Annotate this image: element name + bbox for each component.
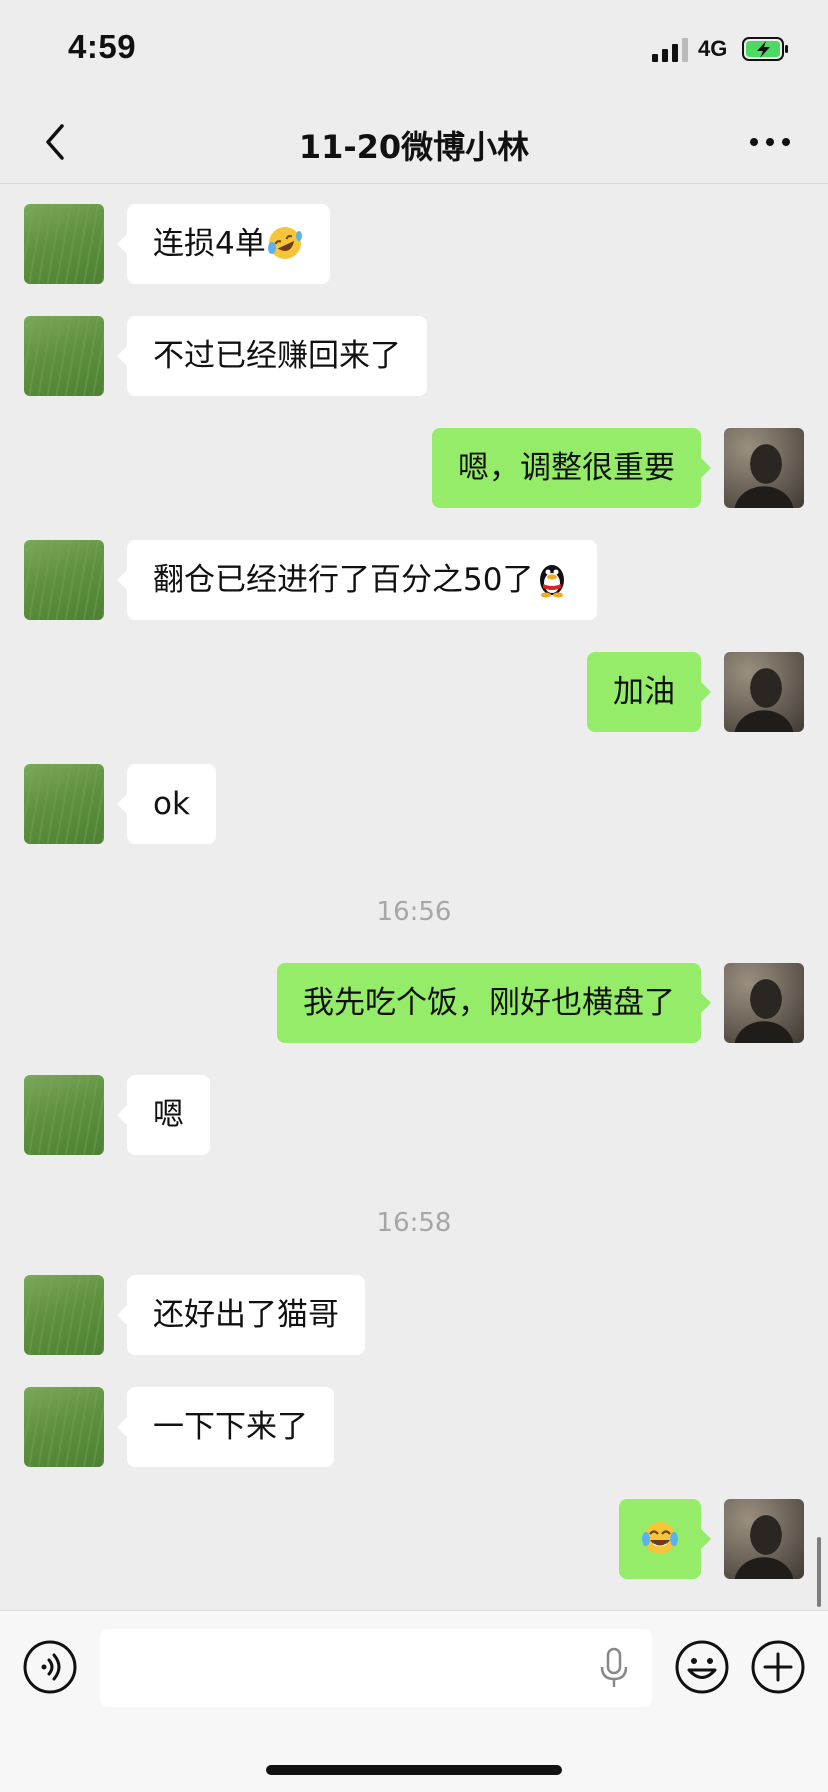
- message-text: 嗯: [153, 1097, 184, 1133]
- message-list[interactable]: 连损4单 不过已经赚回来了 嗯，调整很重要 翻仓已经进行了百分之50了 加油 o…: [0, 185, 828, 1610]
- contact-avatar[interactable]: [24, 1275, 104, 1355]
- message-text: 嗯，调整很重要: [458, 450, 675, 486]
- network-type: 4G: [698, 36, 728, 61]
- message-row: 不过已经赚回来了: [0, 316, 828, 396]
- battery-charging-icon: [742, 37, 788, 61]
- message-row: [0, 1499, 828, 1579]
- timestamp-divider: 16:58: [376, 1208, 452, 1238]
- message-bubble-incoming[interactable]: 一下下来了: [117, 1387, 334, 1467]
- message-row: 我先吃个饭，刚好也横盘了: [0, 963, 828, 1043]
- status-time: 4:59: [68, 28, 137, 65]
- message-bubble-outgoing[interactable]: 加油: [587, 652, 711, 732]
- message-row: 连损4单: [0, 204, 828, 284]
- message-row: 翻仓已经进行了百分之50了: [0, 540, 828, 620]
- message-bubble-incoming[interactable]: 翻仓已经进行了百分之50了: [116, 540, 598, 620]
- tears-of-joy-emoji-icon: [642, 1521, 678, 1554]
- message-row: 一下下来了: [0, 1387, 828, 1467]
- self-avatar[interactable]: [724, 428, 804, 508]
- emoji-picker-button[interactable]: [674, 1639, 730, 1695]
- contact-avatar[interactable]: [24, 1387, 104, 1467]
- message-row: 嗯，调整很重要: [0, 428, 828, 508]
- penguin-emoji-icon: [540, 564, 565, 597]
- message-text: 不过已经赚回来了: [153, 338, 401, 374]
- chat-title: 11-20微博小林: [298, 128, 530, 166]
- message-text: 翻仓已经进行了百分之50了: [153, 562, 534, 598]
- message-text: 加油: [613, 674, 675, 710]
- message-bubble-outgoing[interactable]: 我先吃个饭，刚好也横盘了: [277, 963, 711, 1043]
- scrollbar[interactable]: [817, 1537, 821, 1607]
- more-functions-button[interactable]: [750, 1639, 806, 1695]
- rolling-on-floor-laughing-emoji-icon: [267, 226, 302, 259]
- message-bubble-outgoing[interactable]: 嗯，调整很重要: [432, 428, 711, 508]
- input-bar: [0, 1610, 828, 1792]
- message-bubble-incoming[interactable]: 还好出了猫哥: [117, 1275, 365, 1355]
- self-avatar[interactable]: [724, 963, 804, 1043]
- message-row: 加油: [0, 652, 828, 732]
- contact-avatar[interactable]: [24, 764, 104, 844]
- message-input[interactable]: [100, 1629, 652, 1707]
- more-options-button[interactable]: [746, 122, 794, 162]
- message-bubble-incoming[interactable]: ok: [117, 764, 216, 844]
- timestamp-divider: 16:56: [376, 897, 452, 927]
- home-indicator[interactable]: [266, 1765, 562, 1775]
- message-text: ok: [153, 786, 190, 822]
- self-avatar[interactable]: [724, 1499, 804, 1579]
- message-bubble-outgoing[interactable]: [619, 1499, 711, 1579]
- message-bubble-incoming[interactable]: 连损4单: [117, 204, 330, 284]
- cellular-signal-icon: [652, 38, 690, 62]
- self-avatar[interactable]: [724, 652, 804, 732]
- message-row: 还好出了猫哥: [0, 1275, 828, 1355]
- contact-avatar[interactable]: [24, 204, 104, 284]
- contact-avatar[interactable]: [24, 540, 104, 620]
- status-bar: 4:59 4G: [0, 0, 828, 100]
- contact-avatar[interactable]: [24, 316, 104, 396]
- microphone-icon[interactable]: [598, 1647, 630, 1689]
- message-bubble-incoming[interactable]: 嗯: [117, 1075, 210, 1155]
- message-row: ok: [0, 764, 828, 844]
- voice-input-button[interactable]: [22, 1639, 78, 1695]
- contact-avatar[interactable]: [24, 1075, 104, 1155]
- message-bubble-incoming[interactable]: 不过已经赚回来了: [117, 316, 427, 396]
- message-text: 还好出了猫哥: [153, 1297, 339, 1333]
- chat-header: 11-20微博小林: [0, 100, 828, 184]
- message-text: 我先吃个饭，刚好也横盘了: [303, 985, 675, 1021]
- message-text: 连损4单: [153, 226, 266, 262]
- message-row: 嗯: [0, 1075, 828, 1155]
- message-text: 一下下来了: [153, 1409, 308, 1445]
